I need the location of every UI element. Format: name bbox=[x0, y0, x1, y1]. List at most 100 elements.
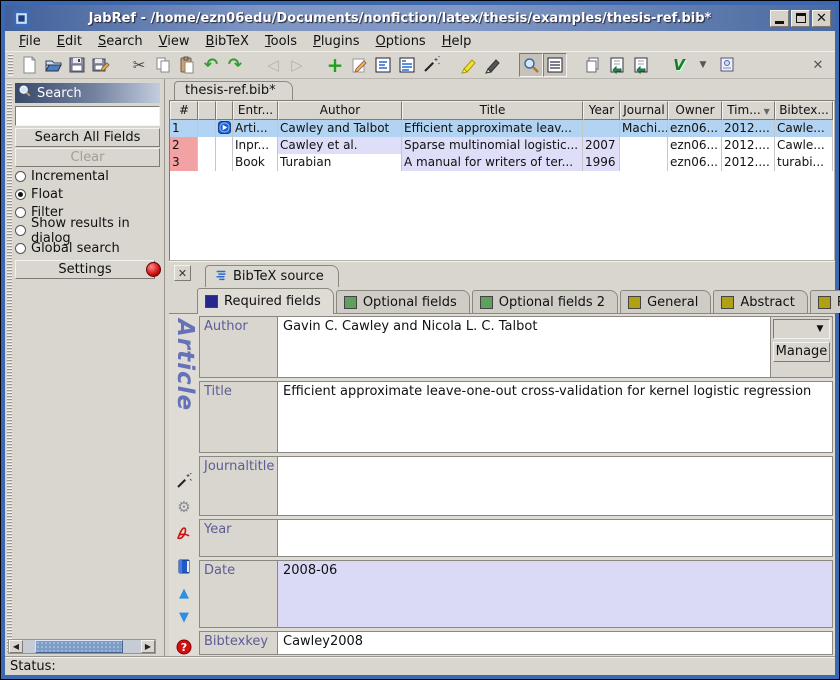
openoffice-icon[interactable] bbox=[715, 53, 739, 77]
search-input[interactable] bbox=[15, 106, 160, 126]
field-row-bibtexkey: BibtexkeyCawley2008 bbox=[199, 631, 833, 655]
book-icon[interactable] bbox=[175, 558, 193, 576]
menu-bar: FileEditSearchViewBibTeXToolsPluginsOpti… bbox=[5, 31, 835, 51]
field-input-journaltitle[interactable] bbox=[278, 457, 832, 515]
minimize-button[interactable] bbox=[770, 10, 789, 27]
copy-icon[interactable] bbox=[151, 53, 175, 77]
settings-button[interactable]: Settings bbox=[15, 260, 155, 279]
save-as-icon[interactable] bbox=[89, 53, 113, 77]
field-row-author: AuthorGavin C. Cawley and Nicola L. C. T… bbox=[199, 316, 833, 378]
menu-search[interactable]: Search bbox=[90, 33, 151, 50]
open-icon[interactable] bbox=[41, 53, 65, 77]
tab-label: Optional fields 2 bbox=[499, 295, 605, 310]
menu-plugins[interactable]: Plugins bbox=[305, 33, 368, 50]
table-cell: A manual for writers of ter... bbox=[402, 154, 583, 171]
column-header-title[interactable]: Title bbox=[402, 101, 583, 120]
pdf-icon[interactable] bbox=[175, 524, 193, 542]
edit-preamble-icon[interactable] bbox=[395, 53, 419, 77]
table-row[interactable]: 1Arti...Cawley and TalbotEfficient appro… bbox=[170, 120, 834, 137]
export-icon[interactable] bbox=[629, 53, 653, 77]
wand-icon[interactable] bbox=[175, 472, 193, 490]
menu-options[interactable]: Options bbox=[368, 33, 434, 50]
search-mode-incremental[interactable]: Incremental bbox=[15, 168, 160, 185]
scrollbar-thumb[interactable] bbox=[35, 640, 123, 653]
menu-view[interactable]: View bbox=[151, 33, 198, 50]
help-icon[interactable]: ? bbox=[175, 638, 193, 656]
menu-edit[interactable]: Edit bbox=[49, 33, 90, 50]
push-vim-icon[interactable]: V bbox=[667, 53, 691, 77]
search-toggle-icon[interactable] bbox=[519, 53, 543, 77]
column-header-year[interactable]: Year bbox=[583, 101, 620, 120]
new-entry-icon[interactable]: + bbox=[323, 53, 347, 77]
table-row[interactable]: 3BookTurabianA manual for writers of ter… bbox=[170, 154, 834, 171]
menu-bibtex[interactable]: BibTeX bbox=[198, 33, 257, 50]
gear-icon[interactable]: ⚙ bbox=[175, 498, 193, 516]
tab-bibtex-source[interactable]: BibTeX source bbox=[205, 265, 339, 287]
cleanup-icon[interactable] bbox=[419, 53, 443, 77]
column-header-icon[interactable] bbox=[198, 101, 216, 120]
tab-optional-fields-2[interactable]: Optional fields 2 bbox=[472, 290, 618, 313]
import-icon[interactable] bbox=[605, 53, 629, 77]
up-icon[interactable]: ▲ bbox=[175, 584, 193, 602]
menu-file[interactable]: File bbox=[11, 33, 49, 50]
edit-entry-icon[interactable] bbox=[347, 53, 371, 77]
back-icon[interactable]: ◁ bbox=[261, 53, 285, 77]
field-input-title[interactable]: Efficient approximate leave-one-out cros… bbox=[278, 382, 832, 452]
column-header-entr[interactable]: Entr... bbox=[233, 101, 278, 120]
undo-icon[interactable]: ↶ bbox=[199, 53, 223, 77]
search-mode-float[interactable]: Float bbox=[15, 186, 160, 203]
tab-optional-fields[interactable]: Optional fields bbox=[336, 290, 470, 313]
field-input-year[interactable] bbox=[278, 520, 832, 556]
editor-close-icon[interactable]: ✕ bbox=[174, 265, 191, 281]
search-help-icon[interactable] bbox=[146, 262, 161, 277]
unmark-icon[interactable] bbox=[481, 53, 505, 77]
search-mode-show-results-in-dialog[interactable]: Show results in dialog bbox=[15, 222, 160, 239]
menu-tools[interactable]: Tools bbox=[257, 33, 305, 50]
tab-review[interactable]: Review bbox=[810, 290, 840, 313]
field-input-date[interactable]: 2008-06 bbox=[278, 561, 832, 627]
tab-required-fields[interactable]: Required fields bbox=[197, 288, 334, 314]
table-row[interactable]: 2Inpr...Cawley et al.Sparse multinomial … bbox=[170, 137, 834, 154]
column-header-author[interactable]: Author bbox=[278, 101, 402, 120]
column-header-bibtex[interactable]: Bibtex... bbox=[775, 101, 833, 120]
field-input-author[interactable]: Gavin C. Cawley and Nicola L. C. Talbot bbox=[278, 317, 770, 377]
field-input-bibtexkey[interactable]: Cawley2008 bbox=[278, 632, 832, 654]
cut-icon[interactable]: ✂ bbox=[127, 53, 151, 77]
name-format-dropdown[interactable]: ▼ bbox=[773, 319, 830, 339]
table-cell bbox=[198, 154, 216, 171]
paste-icon[interactable] bbox=[175, 53, 199, 77]
tab-abstract[interactable]: Abstract bbox=[713, 290, 808, 313]
save-icon[interactable] bbox=[65, 53, 89, 77]
menu-help[interactable]: Help bbox=[434, 33, 480, 50]
manage-button[interactable]: Manage bbox=[773, 342, 830, 362]
column-header-journal[interactable]: Journal bbox=[620, 101, 668, 120]
sidepane-handle[interactable] bbox=[7, 83, 12, 653]
close-button[interactable]: ✕ bbox=[812, 10, 831, 27]
scroll-right-icon[interactable]: ▶ bbox=[141, 640, 155, 653]
column-header-icon[interactable] bbox=[216, 101, 233, 120]
toolbar-close-icon[interactable]: ✕ bbox=[809, 56, 827, 74]
duplicate-icon[interactable] bbox=[581, 53, 605, 77]
database-tab[interactable]: thesis-ref.bib* bbox=[174, 81, 293, 100]
tab-color-icon bbox=[205, 295, 218, 308]
toolbar-handle[interactable] bbox=[8, 54, 13, 76]
column-header-tim[interactable]: Tim...▼ bbox=[722, 101, 775, 120]
radio-label: Global search bbox=[31, 241, 120, 256]
push-dropdown-icon[interactable]: ▼ bbox=[691, 53, 715, 77]
search-all-fields-button[interactable]: Search All Fields bbox=[15, 128, 160, 147]
preview-toggle-icon[interactable] bbox=[543, 53, 567, 77]
mark-icon[interactable] bbox=[457, 53, 481, 77]
field-label: Title bbox=[200, 382, 278, 452]
new-icon[interactable] bbox=[17, 53, 41, 77]
tab-general[interactable]: General bbox=[620, 290, 711, 313]
maximize-button[interactable] bbox=[791, 10, 810, 27]
column-header-owner[interactable]: Owner bbox=[668, 101, 722, 120]
scroll-left-icon[interactable]: ◀ bbox=[9, 640, 23, 653]
clear-button[interactable]: Clear bbox=[15, 148, 160, 167]
edit-strings-icon[interactable] bbox=[371, 53, 395, 77]
redo-icon[interactable]: ↷ bbox=[223, 53, 247, 77]
field-row-title: TitleEfficient approximate leave-one-out… bbox=[199, 381, 833, 453]
column-header-#[interactable]: # bbox=[170, 101, 198, 120]
forward-icon[interactable]: ▷ bbox=[285, 53, 309, 77]
down-icon[interactable]: ▼ bbox=[175, 608, 193, 626]
